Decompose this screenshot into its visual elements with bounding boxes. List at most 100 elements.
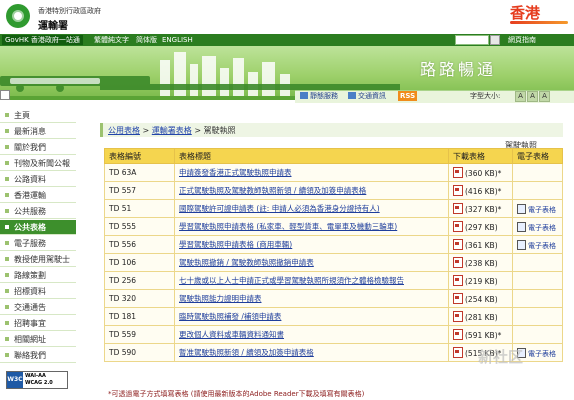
table-row: TD 106 駕駛執照撤銷 / 駕駛教師執照撤銷申請表 (238 KB) xyxy=(104,253,563,272)
pdf-icon[interactable] xyxy=(453,257,463,268)
form-title-link[interactable]: 七十歲或以上人士申請正式或學習駕駛執照所規須作之體格檢驗報告 xyxy=(179,276,404,285)
e-form-cell xyxy=(512,271,563,290)
sidebar-item-route-planning[interactable]: 路線策劃 xyxy=(0,268,76,283)
sidebar-item-home[interactable]: 主頁 xyxy=(0,108,76,123)
sitemap-link[interactable]: 網頁指南 xyxy=(508,35,536,45)
download-cell[interactable]: (254 KB) xyxy=(448,289,513,308)
form-title-link[interactable]: 正式駕駛執照及駕駛教師執照新領 / 續領及加簽申請表格 xyxy=(179,186,366,195)
pdf-icon[interactable] xyxy=(453,275,463,286)
sidebar-item-e-services[interactable]: 電子服務 xyxy=(0,236,76,251)
form-title-link[interactable]: 學習駕駛執照申請表格 (商用車輛) xyxy=(179,240,292,249)
download-cell[interactable]: (591 KB)* xyxy=(448,325,513,344)
pdf-icon[interactable] xyxy=(453,311,463,322)
english-link[interactable]: ENGLISH xyxy=(162,35,193,45)
traffic-info-label: 交通資訊 xyxy=(358,92,386,100)
form-title-link[interactable]: 國際駕駛許可證申請表 (註: 申請人必須為香港身分證持有人) xyxy=(179,204,380,213)
sidebar-item-public-services[interactable]: 公共服務 xyxy=(0,204,76,219)
pdf-icon[interactable] xyxy=(453,347,463,358)
e-form-icon[interactable] xyxy=(517,239,526,250)
search-input[interactable] xyxy=(455,35,489,45)
download-cell[interactable]: (360 KB)* xyxy=(448,163,513,182)
e-form-link[interactable]: 電子表格 xyxy=(528,350,556,358)
form-code: TD 181 xyxy=(104,307,175,326)
govhk-link[interactable]: GovHK 香港政府一站通 xyxy=(2,35,83,45)
pdf-icon[interactable] xyxy=(453,167,463,178)
breadcrumb-td-forms[interactable]: 運輸署表格 xyxy=(152,126,192,135)
download-cell[interactable]: (327 KB)* xyxy=(448,199,513,218)
pdf-icon[interactable] xyxy=(453,221,463,232)
pdf-icon[interactable] xyxy=(453,239,463,250)
form-title-link[interactable]: 暫准駕駛執照新領 / 續領及加簽申請表格 xyxy=(179,348,314,357)
td-logo-icon[interactable] xyxy=(6,4,30,28)
form-title-link[interactable]: 臨時駕駛執照補發 /補領申請表 xyxy=(179,312,281,321)
w3c-wcag-badge[interactable]: W3C WAI-AA WCAG 2.0 xyxy=(6,371,68,389)
form-title-link[interactable]: 學習駕駛執照申請表格 (私家車、輕型貨車、電單車及機動三輪車) xyxy=(179,222,397,231)
sidebar-item-hk-transport[interactable]: 香港運輸 xyxy=(0,188,76,203)
e-form-link[interactable]: 電子表格 xyxy=(528,242,556,250)
footnote: *可透過電子方式填寫表格 (請使用最新版本的Adobe Reader下載及填寫有… xyxy=(108,390,365,398)
sidebar-item-driving-instructors[interactable]: 教授使用駕駛士 xyxy=(0,252,76,267)
file-size: (360 KB)* xyxy=(465,169,502,178)
sidebar-item-public-forms[interactable]: 公共表格 xyxy=(0,220,76,235)
file-size: (238 KB) xyxy=(465,259,498,268)
form-code: TD 51 xyxy=(104,199,175,218)
sidebar-item-traffic-notices[interactable]: 交通通告 xyxy=(0,300,76,315)
breadcrumb-public-forms[interactable]: 公用表格 xyxy=(108,126,140,135)
simplified-link[interactable]: 简体版 xyxy=(136,35,157,45)
traffic-info-link[interactable]: 交通資訊 xyxy=(348,91,386,101)
sidebar-item-recruitment[interactable]: 招聘事宜 xyxy=(0,316,76,331)
brand-hong-kong-logo[interactable]: 香港 xyxy=(510,2,569,24)
sidebar-item-road-info[interactable]: 公路資料 xyxy=(0,172,76,187)
form-code: TD 320 xyxy=(104,289,175,308)
e-form-cell xyxy=(512,253,563,272)
table-body: TD 63A 申請簽發香港正式駕駛執照申請表 (360 KB)* TD 557 正式駕駛… xyxy=(104,163,563,362)
search-button[interactable] xyxy=(490,35,500,45)
wcag-version-label: WCAG 2.0 xyxy=(25,380,53,386)
pdf-icon[interactable] xyxy=(453,293,463,304)
register-service-link[interactable]: 靜態服務 xyxy=(300,91,338,101)
pdf-icon[interactable] xyxy=(453,185,463,196)
e-form-icon[interactable] xyxy=(517,221,526,232)
e-form-link[interactable]: 電子表格 xyxy=(528,206,556,214)
e-form-cell[interactable]: 電子表格 xyxy=(512,199,563,218)
rss-link[interactable]: RSS xyxy=(398,91,418,101)
sidebar-item-contact-us[interactable]: 聯絡我們 xyxy=(0,348,76,363)
download-cell[interactable]: (219 KB) xyxy=(448,271,513,290)
font-size-large-button[interactable]: A xyxy=(539,91,550,102)
sidebar-item-news[interactable]: 最新消息 xyxy=(0,124,76,139)
sidebar-item-tenders[interactable]: 招標資料 xyxy=(0,284,76,299)
form-title-link[interactable]: 駕駛執照撤銷 / 駕駛教師執照撤銷申請表 xyxy=(179,258,314,267)
sidebar-item-about[interactable]: 關於我們 xyxy=(0,140,76,155)
form-title-cell: 臨時駕駛執照補發 /補領申請表 xyxy=(174,307,449,326)
e-form-cell[interactable]: 電子表格 xyxy=(512,217,563,236)
watermark: 新社区 xyxy=(478,348,524,366)
form-title-cell: 學習駕駛執照申請表格 (私家車、輕型貨車、電單車及機動三輪車) xyxy=(174,217,449,236)
sidebar-item-related-links[interactable]: 相關網址 xyxy=(0,332,76,347)
font-size-small-button[interactable]: A xyxy=(515,91,526,102)
font-size-label: 字型大小: xyxy=(470,92,501,100)
table-row: TD 51 國際駕駛許可證申請表 (註: 申請人必須為香港身分證持有人) (327 … xyxy=(104,199,563,218)
pdf-icon[interactable] xyxy=(453,329,463,340)
table-row: TD 557 正式駕駛執照及駕駛教師執照新領 / 續領及加簽申請表格 (416 KB… xyxy=(104,181,563,200)
download-cell[interactable]: (281 KB) xyxy=(448,307,513,326)
sidebar-item-publications[interactable]: 刊物及新聞公報 xyxy=(0,156,76,171)
download-cell[interactable]: (361 KB) xyxy=(448,235,513,254)
print-icon[interactable] xyxy=(0,90,10,100)
download-cell[interactable]: (238 KB) xyxy=(448,253,513,272)
traditional-text-link[interactable]: 繁體純文字 xyxy=(94,35,129,45)
form-title-link[interactable]: 更改個人資料或車輛資料通知書 xyxy=(179,330,284,339)
file-size: (327 KB)* xyxy=(465,205,502,214)
e-form-icon[interactable] xyxy=(517,203,526,214)
download-cell[interactable]: (416 KB)* xyxy=(448,181,513,200)
form-title-link[interactable]: 駕駛執照能力證明申請表 xyxy=(179,294,262,303)
font-size-medium-button[interactable]: A xyxy=(527,91,538,102)
file-size: (254 KB) xyxy=(465,295,498,304)
pdf-icon[interactable] xyxy=(453,203,463,214)
download-cell[interactable]: (297 KB) xyxy=(448,217,513,236)
e-form-cell xyxy=(512,181,563,200)
file-size: (297 KB) xyxy=(465,223,498,232)
e-form-cell[interactable]: 電子表格 xyxy=(512,235,563,254)
form-title-link[interactable]: 申請簽發香港正式駕駛執照申請表 xyxy=(179,168,292,177)
wcag-label: WAI-AA WCAG 2.0 xyxy=(25,373,53,387)
e-form-link[interactable]: 電子表格 xyxy=(528,224,556,232)
